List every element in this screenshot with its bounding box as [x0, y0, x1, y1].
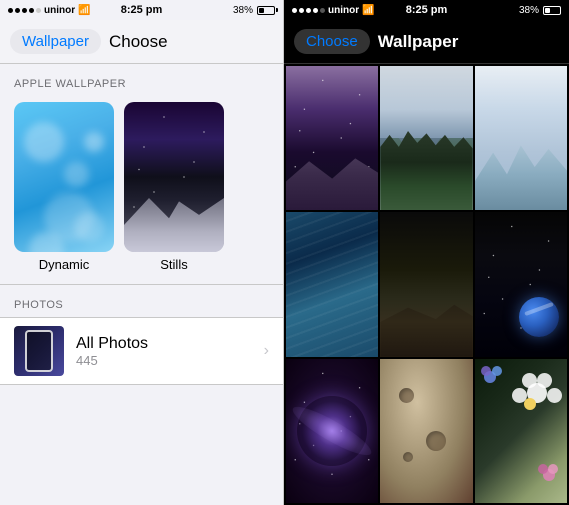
- right-nav-title: Wallpaper: [378, 32, 459, 52]
- right-back-button[interactable]: Choose: [294, 29, 370, 54]
- grid-cell-underwater[interactable]: [286, 212, 378, 356]
- dynamic-bg: [14, 102, 114, 252]
- right-dot-1: [292, 8, 297, 13]
- right-carrier-signal: uninor 📶: [292, 5, 375, 16]
- left-nav-bar: Wallpaper Choose: [0, 20, 283, 64]
- right-status-right: 38%: [519, 5, 561, 16]
- crater-1: [399, 388, 414, 403]
- right-panel: uninor 📶 8:25 pm 38% Choose Wallpaper: [284, 0, 569, 505]
- cloud-band: [524, 302, 554, 316]
- stills-thumb-image[interactable]: [124, 102, 224, 252]
- dot-5: [36, 8, 41, 13]
- grid-cell-galaxy[interactable]: [286, 66, 378, 210]
- all-photos-thumb-inner: [14, 326, 64, 376]
- grid-cell-snow-forest[interactable]: [380, 66, 472, 210]
- flower-white: [512, 373, 562, 433]
- left-status-right: 38%: [233, 5, 275, 16]
- right-wifi-icon: 📶: [362, 5, 374, 16]
- wallpaper-grid: [284, 64, 569, 505]
- bokeh-4: [84, 132, 104, 152]
- dot-3: [22, 8, 27, 13]
- right-status-bar: uninor 📶 8:25 pm 38%: [284, 0, 569, 20]
- mountain-range: [475, 138, 567, 210]
- right-dot-3: [306, 8, 311, 13]
- moon-surface-bg: [380, 359, 472, 503]
- grid-cell-galaxy-spiral[interactable]: [286, 359, 378, 503]
- right-battery-icon: [543, 6, 561, 15]
- phone-overlay-icon: [25, 330, 53, 372]
- signal-dots: [8, 8, 41, 13]
- snow-sky: [380, 66, 472, 138]
- grid-cell-mountain-snow[interactable]: [475, 66, 567, 210]
- space-stars: [475, 212, 567, 356]
- left-time: 8:25 pm: [121, 4, 163, 16]
- left-back-button[interactable]: Wallpaper: [10, 29, 101, 54]
- flower-blue: [479, 366, 504, 396]
- apple-wallpaper-grid: Dynamic Stills: [0, 96, 283, 284]
- forest-trees: [380, 131, 472, 210]
- left-status-bar: uninor 📶 8:25 pm 38%: [0, 0, 283, 20]
- left-nav-title: Choose: [109, 32, 168, 52]
- wave-lines: [286, 212, 378, 356]
- bokeh-2: [64, 162, 89, 187]
- right-signal-pct: 38%: [519, 5, 539, 16]
- grid-cell-earth-space[interactable]: [475, 212, 567, 356]
- dot-2: [15, 8, 20, 13]
- dot-4: [29, 8, 34, 13]
- photos-section-header: PHOTOS: [0, 285, 283, 317]
- left-battery-icon: [257, 6, 275, 15]
- all-photos-item[interactable]: All Photos 445 ›: [0, 317, 283, 385]
- planet-earth: [519, 297, 559, 337]
- right-nav-bar: Choose Wallpaper: [284, 20, 569, 64]
- left-carrier-signal: uninor 📶: [8, 5, 91, 16]
- apple-wallpaper-header: APPLE WALLPAPER: [0, 64, 283, 96]
- chevron-right-icon: ›: [264, 342, 269, 360]
- dynamic-thumb[interactable]: Dynamic: [14, 102, 114, 272]
- left-carrier-name: uninor: [44, 5, 75, 16]
- flower-pink: [538, 464, 558, 489]
- left-battery-fill: [259, 8, 264, 13]
- right-dot-4: [313, 8, 318, 13]
- all-photos-count: 445: [76, 353, 264, 368]
- right-dot-5: [320, 8, 325, 13]
- bokeh-6: [74, 212, 104, 242]
- right-battery-fill: [545, 8, 550, 13]
- grid-cell-flowers[interactable]: [475, 359, 567, 503]
- dynamic-label: Dynamic: [39, 257, 90, 272]
- all-photos-title: All Photos: [76, 335, 264, 353]
- stills-label: Stills: [160, 257, 187, 272]
- grid-cell-dark-desert[interactable]: [380, 212, 472, 356]
- grid-cell-moon[interactable]: [380, 359, 472, 503]
- dynamic-thumb-image[interactable]: [14, 102, 114, 252]
- left-signal-pct: 38%: [233, 5, 253, 16]
- all-photos-thumb: [14, 326, 64, 376]
- right-dot-2: [299, 8, 304, 13]
- right-signal-dots: [292, 8, 325, 13]
- all-photos-text: All Photos 445: [76, 335, 264, 368]
- right-carrier-name: uninor: [328, 5, 359, 16]
- stills-thumb[interactable]: Stills: [124, 102, 224, 272]
- left-panel: uninor 📶 8:25 pm 38% Wallpaper Choose AP…: [0, 0, 284, 505]
- right-time: 8:25 pm: [406, 4, 448, 16]
- dot-1: [8, 8, 13, 13]
- stills-bg: [124, 102, 224, 252]
- left-wifi-icon: 📶: [78, 5, 90, 16]
- bokeh-1: [24, 122, 64, 162]
